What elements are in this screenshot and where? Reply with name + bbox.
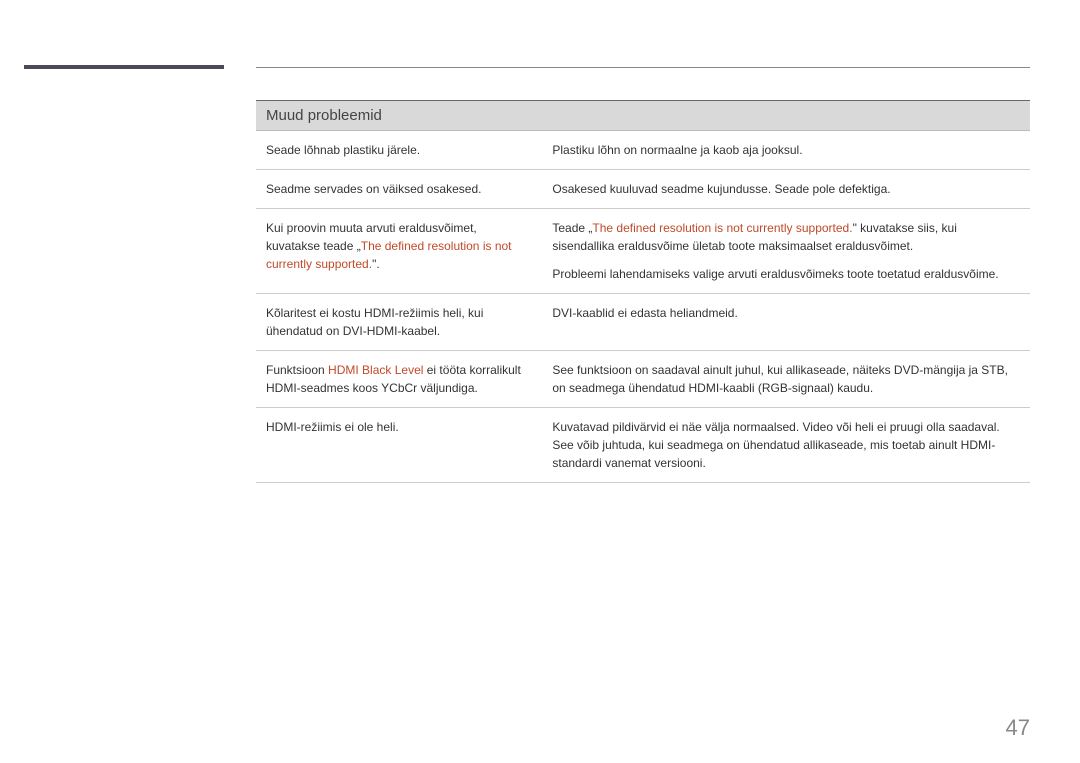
solution-cell: Plastiku lõhn on normaalne ja kaob aja j… — [542, 131, 1030, 170]
table-header: Muud probleemid — [256, 101, 1030, 131]
table-row: Seade lõhnab plastiku järele. Plastiku l… — [256, 131, 1030, 170]
header-rule — [256, 67, 1030, 68]
table-row: Seadme servades on väiksed osakesed. Osa… — [256, 170, 1030, 209]
problem-cell: HDMI-režiimis ei ole heli. — [256, 408, 542, 483]
text-pre: Funktsioon — [266, 363, 328, 377]
problem-cell: Seadme servades on väiksed osakesed. — [256, 170, 542, 209]
table-row: Kõlaritest ei kostu HDMI-režiimis heli, … — [256, 294, 1030, 351]
solution-cell: Osakesed kuuluvad seadme kujundusse. Sea… — [542, 170, 1030, 209]
solution-cell: Teade „The defined resolution is not cur… — [542, 209, 1030, 294]
problem-cell: Seade lõhnab plastiku järele. — [256, 131, 542, 170]
solution-cell: DVI-kaablid ei edasta heliandmeid. — [542, 294, 1030, 351]
highlight-text: HDMI Black Level — [328, 363, 423, 377]
problem-cell: Kui proovin muuta arvuti eraldusvõimet, … — [256, 209, 542, 294]
text-pre: Teade „ — [552, 221, 592, 235]
problem-cell: Kõlaritest ei kostu HDMI-režiimis heli, … — [256, 294, 542, 351]
table-row: Funktsioon HDMI Black Level ei tööta kor… — [256, 351, 1030, 408]
solution-paragraph: Teade „The defined resolution is not cur… — [552, 219, 1020, 255]
header-accent-bar — [24, 65, 224, 69]
table-row: HDMI-režiimis ei ole heli. Kuvatavad pil… — [256, 408, 1030, 483]
solution-cell: Kuvatavad pildivärvid ei näe välja norma… — [542, 408, 1030, 483]
problem-cell: Funktsioon HDMI Black Level ei tööta kor… — [256, 351, 542, 408]
solution-paragraph: Probleemi lahendamiseks valige arvuti er… — [552, 265, 1020, 283]
table-row: Kui proovin muuta arvuti eraldusvõimet, … — [256, 209, 1030, 294]
text-post: ". — [372, 257, 380, 271]
page-number: 47 — [1006, 715, 1030, 741]
solution-cell: See funktsioon on saadaval ainult juhul,… — [542, 351, 1030, 408]
highlight-text: The defined resolution is not currently … — [592, 221, 852, 235]
content-area: Muud probleemid Seade lõhnab plastiku jä… — [256, 100, 1030, 483]
troubleshooting-table: Muud probleemid Seade lõhnab plastiku jä… — [256, 100, 1030, 483]
